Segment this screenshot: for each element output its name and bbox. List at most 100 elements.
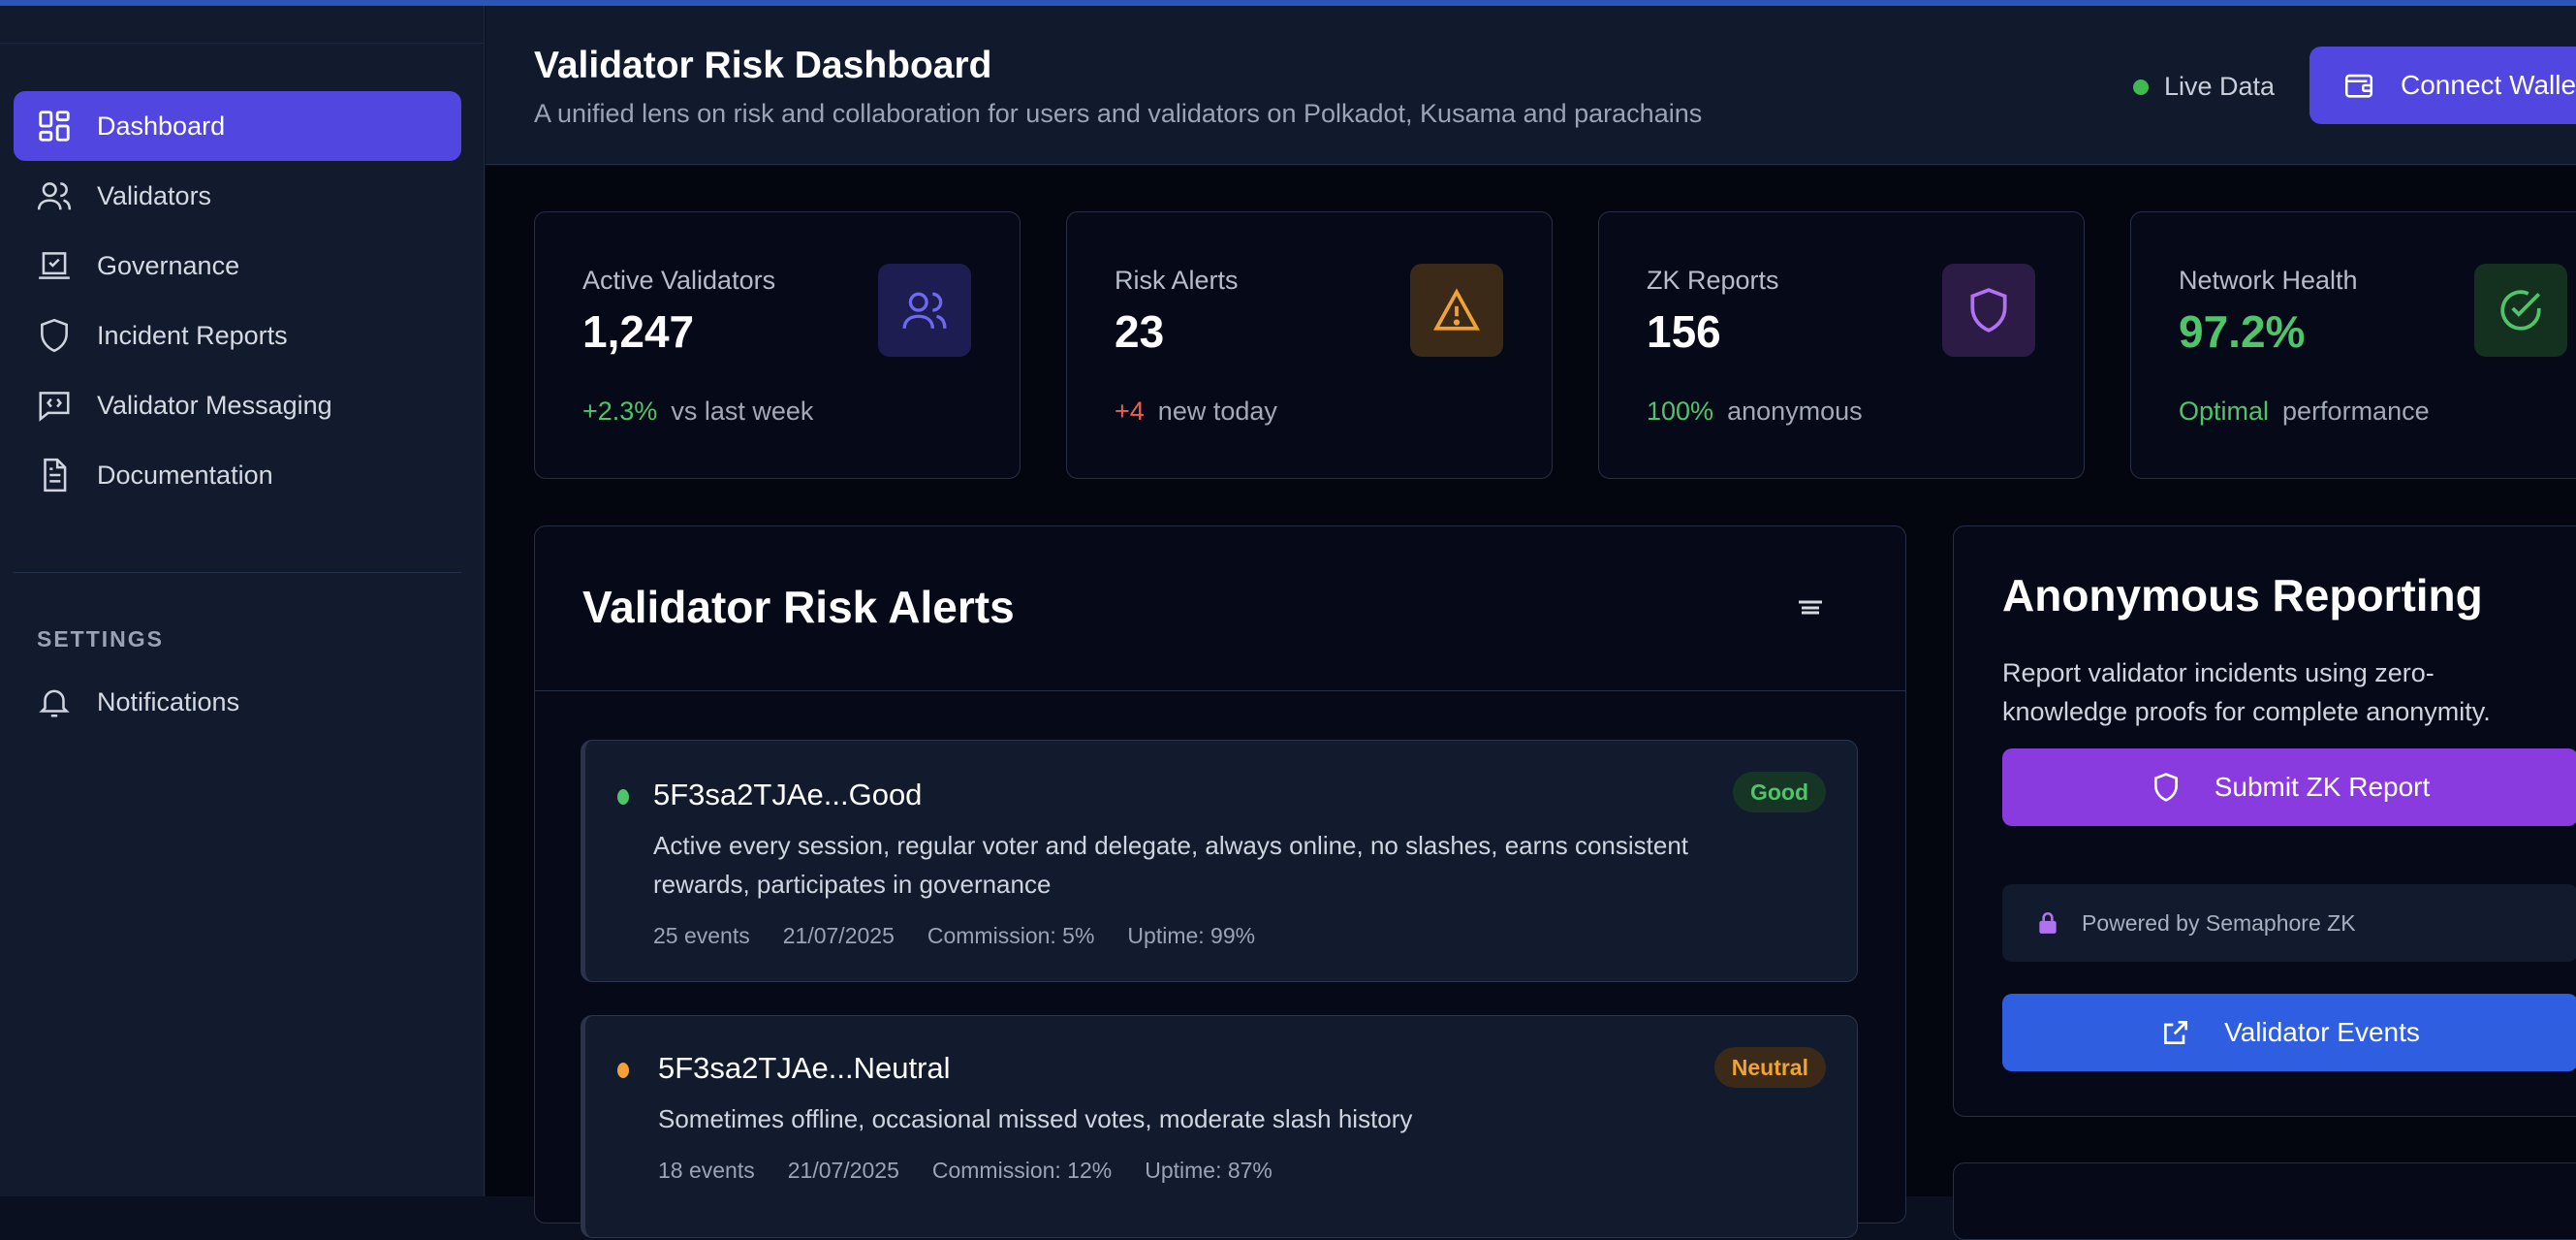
commission: Commission: 12% bbox=[931, 1158, 1113, 1183]
validator-description: Active every session, regular voter and … bbox=[653, 831, 1689, 899]
alerts-header: Validator Risk Alerts bbox=[535, 526, 1905, 691]
connect-wallet-button[interactable]: Connect Wallet bbox=[2309, 47, 2576, 124]
stat-footnote: Optimal performance bbox=[2179, 397, 2430, 427]
live-status-dot bbox=[2133, 79, 2149, 95]
stat-badge bbox=[878, 264, 971, 357]
submit-zk-report-label: Submit ZK Report bbox=[2214, 772, 2431, 802]
stat-label: Risk Alerts bbox=[1115, 266, 1239, 295]
validator-meta: 18 events 21/07/2025 Commission: 12% Upt… bbox=[658, 1158, 1272, 1184]
stat-value: 97.2% bbox=[2179, 306, 2306, 357]
sidebar-item-label: Dashboard bbox=[97, 111, 226, 141]
sidebar-item-dashboard[interactable]: Dashboard bbox=[14, 91, 461, 161]
stat-card-risk-alerts: Risk Alerts 23 +4 new today bbox=[1066, 211, 1553, 479]
validator-risk-alerts-panel: Validator Risk Alerts 5F3sa2TJAe...Good … bbox=[534, 525, 1906, 1238]
status-dot bbox=[617, 1063, 629, 1078]
sidebar-item-governance[interactable]: Governance bbox=[14, 231, 461, 301]
live-data-indicator: Live Data bbox=[2133, 72, 2275, 102]
filter-icon[interactable] bbox=[1796, 594, 1825, 621]
sidebar-divider bbox=[14, 572, 461, 573]
sidebar-item-incident-reports[interactable]: Incident Reports bbox=[14, 301, 461, 370]
alert-card-good[interactable]: 5F3sa2TJAe...Good Good Active every sess… bbox=[581, 740, 1858, 982]
stat-card-zk-reports: ZK Reports 156 100% anonymous bbox=[1598, 211, 2085, 479]
submit-zk-report-button[interactable]: Submit ZK Report bbox=[2002, 748, 2576, 826]
ballot-box-icon bbox=[35, 246, 74, 285]
code-message-icon bbox=[35, 386, 74, 425]
shield-icon bbox=[35, 316, 74, 355]
sidebar-divider-top bbox=[0, 43, 485, 44]
stat-foot-text: anonymous bbox=[1727, 397, 1863, 426]
sidebar-item-label: Documentation bbox=[97, 460, 273, 490]
sidebar-item-documentation[interactable]: Documentation bbox=[14, 440, 461, 510]
sidebar-item-validator-messaging[interactable]: Validator Messaging bbox=[14, 370, 461, 440]
status-badge: Neutral bbox=[1713, 1047, 1826, 1088]
sidebar-item-label: Validator Messaging bbox=[97, 390, 332, 420]
page-header: Validator Risk Dashboard A unified lens … bbox=[486, 6, 2576, 165]
validator-events-button[interactable]: Validator Events bbox=[2002, 994, 2576, 1071]
sidebar-item-label: Validators bbox=[97, 180, 212, 210]
sidebar-section-settings: SETTINGS bbox=[37, 626, 165, 652]
stat-value: 23 bbox=[1115, 306, 1165, 357]
stat-label: Network Health bbox=[2179, 266, 2358, 295]
stat-badge bbox=[1410, 264, 1503, 357]
main-content: Active Validators 1,247 +2.3% vs last wee… bbox=[486, 166, 2576, 1240]
alert-card-neutral[interactable]: 5F3sa2TJAe...Neutral Neutral Sometimes o… bbox=[581, 1015, 1858, 1238]
dashboard-grid-icon bbox=[35, 107, 74, 145]
stat-card-network-health: Network Health 97.2% Optimal performance bbox=[2130, 211, 2576, 479]
stat-footnote: +2.3% vs last week bbox=[582, 397, 813, 427]
check-circle-icon bbox=[2500, 290, 2541, 331]
event-date: 21/07/2025 bbox=[787, 1158, 899, 1183]
warning-triangle-icon bbox=[1432, 288, 1481, 331]
shield-icon bbox=[1970, 288, 2007, 333]
sidebar-item-validators[interactable]: Validators bbox=[14, 161, 461, 231]
wallet-icon bbox=[2344, 74, 2373, 98]
stat-foot-text: vs last week bbox=[671, 397, 814, 426]
sidebar-item-label: Governance bbox=[97, 250, 240, 280]
stat-delta: +2.3% bbox=[582, 397, 658, 426]
anonymous-description: Report validator incidents using zero-kn… bbox=[2002, 658, 2491, 726]
users-icon bbox=[35, 176, 74, 215]
event-count: 25 events bbox=[653, 923, 750, 948]
powered-by-label: Powered by Semaphore ZK bbox=[2082, 909, 2356, 936]
connect-wallet-label: Connect Wallet bbox=[2401, 70, 2576, 100]
document-icon bbox=[35, 456, 74, 494]
validator-meta: 25 events 21/07/2025 Commission: 5% Upti… bbox=[653, 923, 1255, 949]
event-count: 18 events bbox=[658, 1158, 755, 1183]
lock-icon bbox=[2039, 911, 2057, 934]
uptime: Uptime: 99% bbox=[1127, 923, 1256, 948]
uptime: Uptime: 87% bbox=[1145, 1158, 1272, 1183]
stat-label: ZK Reports bbox=[1647, 266, 1779, 295]
shield-icon bbox=[2153, 773, 2178, 802]
sidebar-item-notifications[interactable]: Notifications bbox=[14, 667, 461, 737]
stat-badge bbox=[2474, 264, 2567, 357]
stat-card-active-validators: Active Validators 1,247 +2.3% vs last wee… bbox=[534, 211, 1021, 479]
alerts-title: Validator Risk Alerts bbox=[582, 582, 1015, 632]
status-badge: Good bbox=[1732, 772, 1826, 812]
users-icon bbox=[902, 292, 947, 329]
validator-events-label: Validator Events bbox=[2224, 1017, 2420, 1047]
live-data-label: Live Data bbox=[2164, 72, 2276, 101]
sidebar-item-label: Incident Reports bbox=[97, 320, 288, 350]
stat-value: 156 bbox=[1647, 306, 1721, 357]
stat-footnote: 100% anonymous bbox=[1647, 397, 1863, 427]
stat-delta: +4 bbox=[1115, 397, 1145, 426]
stat-foot-text: new today bbox=[1157, 397, 1277, 426]
next-panel bbox=[1953, 1162, 2576, 1240]
powered-by-note: Powered by Semaphore ZK bbox=[2002, 884, 2576, 962]
stat-footnote: +4 new today bbox=[1115, 397, 1277, 427]
bell-icon bbox=[35, 683, 74, 721]
stat-value: 1,247 bbox=[582, 306, 695, 357]
stat-delta: 100% bbox=[1647, 397, 1714, 426]
anonymous-title: Anonymous Reporting bbox=[2002, 570, 2483, 620]
sidebar-item-label: Notifications bbox=[97, 686, 240, 716]
event-date: 21/07/2025 bbox=[782, 923, 895, 948]
anonymous-reporting-panel: Anonymous Reporting Report validator inc… bbox=[1953, 525, 2576, 1117]
validator-name: 5F3sa2TJAe...Neutral bbox=[658, 1051, 951, 1085]
page-subtitle: A unified lens on risk and collaboration… bbox=[534, 99, 1703, 128]
stat-delta: Optimal bbox=[2179, 397, 2270, 426]
stat-label: Active Validators bbox=[582, 266, 776, 295]
commission: Commission: 5% bbox=[927, 923, 1095, 948]
stat-foot-text: performance bbox=[2282, 397, 2430, 426]
status-dot bbox=[617, 789, 629, 805]
sidebar: Dashboard Validators Governance Incident… bbox=[0, 6, 485, 1196]
validator-name: 5F3sa2TJAe...Good bbox=[653, 778, 923, 811]
